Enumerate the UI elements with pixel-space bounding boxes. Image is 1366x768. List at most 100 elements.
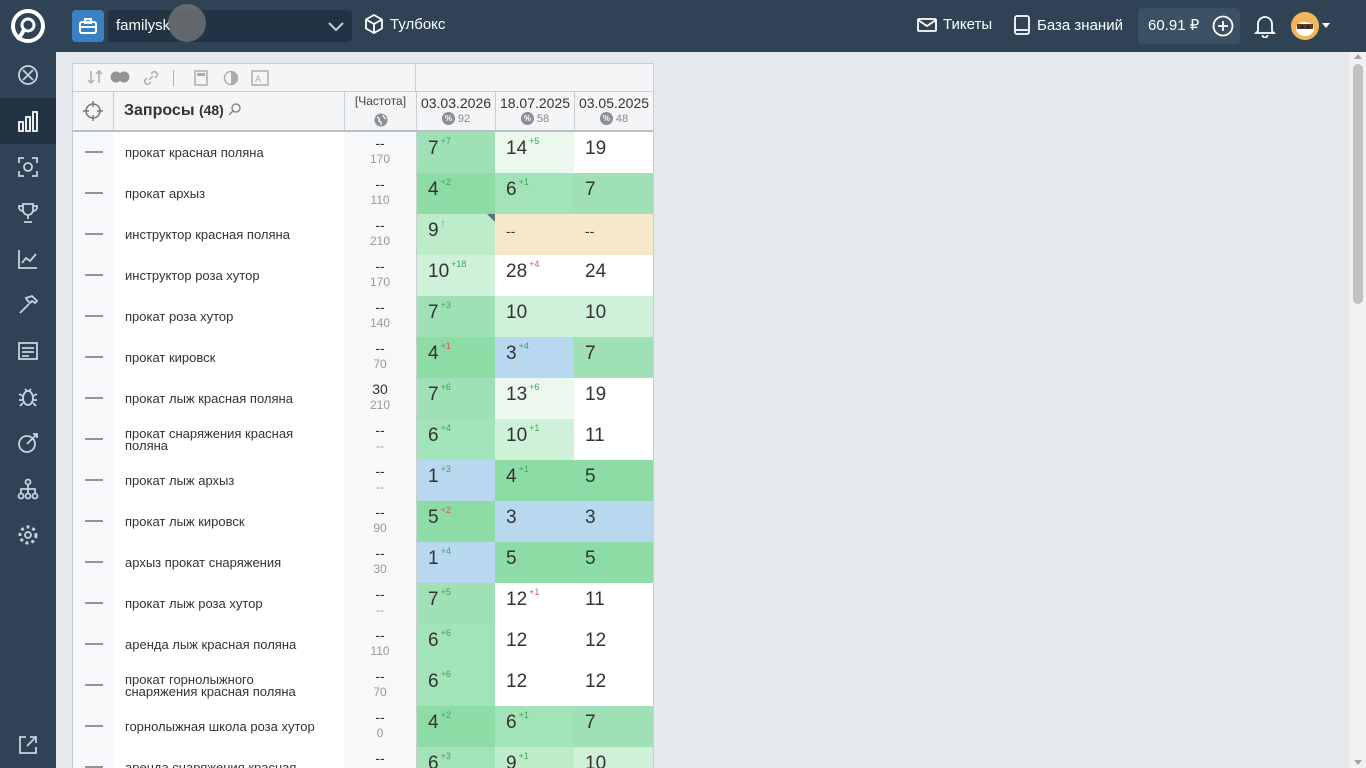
sort-icon[interactable] xyxy=(87,70,103,84)
sidebar-item-tools[interactable] xyxy=(0,282,56,328)
position-cell[interactable]: 11 xyxy=(574,583,654,624)
position-cell[interactable]: 28 +4 xyxy=(495,255,575,296)
row-toggle[interactable] xyxy=(72,665,114,706)
row-toggle[interactable] xyxy=(72,173,114,214)
query-cell[interactable]: прокат снаряжения красная поляна xyxy=(113,419,345,460)
position-cell[interactable]: 3 xyxy=(574,501,654,542)
table-row[interactable]: прокат красная поляна -- 170 7 +7 14 +5 19 xyxy=(72,132,654,173)
position-cell[interactable]: 7 xyxy=(574,173,654,214)
target-header[interactable] xyxy=(72,91,114,132)
position-cell[interactable]: 12 xyxy=(574,624,654,665)
position-cell[interactable]: 7 +7 xyxy=(416,132,496,173)
table-row[interactable]: прокат лыж роза хутор -- -- 7 +5 12 +1 11 xyxy=(72,583,654,624)
position-cell[interactable]: 10 xyxy=(495,296,575,337)
position-cell[interactable]: 5 xyxy=(495,542,575,583)
scroll-up-arrow[interactable] xyxy=(1354,54,1362,59)
position-cell[interactable]: 6 +1 xyxy=(495,173,575,214)
briefcase-icon[interactable] xyxy=(72,10,104,42)
query-cell[interactable]: прокат лыж архыз xyxy=(113,460,345,501)
calculator-icon[interactable] xyxy=(193,70,209,86)
position-cell[interactable]: 24 xyxy=(574,255,654,296)
row-toggle[interactable] xyxy=(72,378,114,419)
add-funds-icon[interactable] xyxy=(1212,15,1234,37)
link-icon[interactable] xyxy=(143,70,159,86)
position-cell[interactable]: 10 xyxy=(574,747,654,768)
sidebar-item-analytics[interactable] xyxy=(0,236,56,282)
position-cell[interactable]: 10 +1 xyxy=(495,419,575,460)
position-cell[interactable]: 12 +1 xyxy=(495,583,575,624)
row-toggle[interactable] xyxy=(72,419,114,460)
avatar[interactable] xyxy=(1291,12,1319,40)
position-cell[interactable]: 6 +6 xyxy=(416,624,496,665)
row-toggle[interactable] xyxy=(72,747,114,768)
table-row[interactable]: аренда снаряжения красная -- 6 +3 9 +1 10 xyxy=(72,747,654,768)
position-cell[interactable]: 4 +1 xyxy=(495,460,575,501)
position-cell[interactable]: -- xyxy=(495,214,575,255)
query-cell[interactable]: прокат архыз xyxy=(113,173,345,214)
table-row[interactable]: прокат архыз -- 110 4 +2 6 +1 7 xyxy=(72,173,654,214)
bell-icon[interactable] xyxy=(1253,14,1277,43)
position-cell[interactable]: 11 xyxy=(574,419,654,460)
query-cell[interactable]: инструктор роза хутор xyxy=(113,255,345,296)
row-toggle[interactable] xyxy=(72,706,114,747)
sidebar-item-structure[interactable] xyxy=(0,466,56,512)
table-row[interactable]: прокат снаряжения красная поляна -- -- 6 +4 1… xyxy=(72,419,654,460)
text-size-icon[interactable]: A xyxy=(251,70,269,86)
search-icon[interactable] xyxy=(228,102,242,116)
table-row[interactable]: прокат лыж красная поляна 30 210 7 +6 13 +6 19 xyxy=(72,378,654,419)
scrollbar[interactable] xyxy=(1350,52,1366,768)
sidebar-item-external[interactable] xyxy=(0,722,56,768)
row-toggle[interactable] xyxy=(72,501,114,542)
position-cell[interactable]: 1 +3 xyxy=(416,460,496,501)
table-row[interactable]: архыз прокат снаряжения -- 30 1 +4 5 5 xyxy=(72,542,654,583)
position-cell[interactable]: 3 xyxy=(495,501,575,542)
row-toggle[interactable] xyxy=(72,624,114,665)
table-row[interactable]: прокат роза хутор -- 140 7 +3 10 10 xyxy=(72,296,654,337)
sidebar-item-serp[interactable] xyxy=(0,328,56,374)
date-header[interactable]: 18.07.2025% 58 xyxy=(495,91,575,132)
position-cell[interactable]: 4 +1 xyxy=(416,337,496,378)
sidebar-item-target[interactable] xyxy=(0,420,56,466)
row-toggle[interactable] xyxy=(72,583,114,624)
query-cell[interactable]: прокат лыж красная поляна xyxy=(113,378,345,419)
frequency-header[interactable]: [Частота] xyxy=(344,91,417,132)
position-cell[interactable]: 12 xyxy=(574,665,654,706)
table-row[interactable]: аренда лыж красная поляна -- 110 6 +6 12 12 xyxy=(72,624,654,665)
scroll-down-arrow[interactable] xyxy=(1354,760,1362,765)
position-cell[interactable]: 19 xyxy=(574,132,654,173)
position-cell[interactable]: 9 ↑ xyxy=(416,214,496,255)
row-toggle[interactable] xyxy=(72,296,114,337)
position-cell[interactable]: 7 +3 xyxy=(416,296,496,337)
logo-icon[interactable] xyxy=(10,8,46,44)
position-cell[interactable]: 19 xyxy=(574,378,654,419)
queries-header[interactable]: Запросы (48) xyxy=(113,91,345,132)
query-cell[interactable]: горнолыжная школа роза хутор xyxy=(113,706,345,747)
table-row[interactable]: прокат горнолыжного снаряжения красная п… xyxy=(72,665,654,706)
position-cell[interactable]: 4 +2 xyxy=(416,173,496,214)
sidebar-item-dashboard[interactable] xyxy=(0,52,56,98)
date-header[interactable]: 03.03.2026% 92 xyxy=(416,91,496,132)
table-row[interactable]: прокат кировск -- 70 4 +1 3 +4 7 xyxy=(72,337,654,378)
position-cell[interactable]: 7 xyxy=(574,337,654,378)
position-cell[interactable]: 7 +5 xyxy=(416,583,496,624)
table-row[interactable]: прокат лыж архыз -- -- 1 +3 4 +1 5 xyxy=(72,460,654,501)
position-cell[interactable]: 9 +1 xyxy=(495,747,575,768)
table-row[interactable]: инструктор роза хутор -- 170 10 +18 28 +4 24 xyxy=(72,255,654,296)
position-cell[interactable]: 12 xyxy=(495,665,575,706)
query-cell[interactable]: аренда лыж красная поляна xyxy=(113,624,345,665)
position-cell[interactable]: 5 xyxy=(574,542,654,583)
sidebar-item-achievements[interactable] xyxy=(0,190,56,236)
query-cell[interactable]: прокат красная поляна xyxy=(113,132,345,173)
row-toggle[interactable] xyxy=(72,542,114,583)
position-cell[interactable]: -- xyxy=(574,214,654,255)
query-cell[interactable]: архыз прокат снаряжения xyxy=(113,542,345,583)
position-cell[interactable]: 10 xyxy=(574,296,654,337)
position-cell[interactable]: 7 xyxy=(574,706,654,747)
table-row[interactable]: горнолыжная школа роза хутор -- 0 4 +2 6 +1 7 xyxy=(72,706,654,747)
row-toggle[interactable] xyxy=(72,255,114,296)
position-cell[interactable]: 13 +6 xyxy=(495,378,575,419)
query-cell[interactable]: инструктор красная поляна xyxy=(113,214,345,255)
position-cell[interactable]: 14 +5 xyxy=(495,132,575,173)
query-cell[interactable]: прокат кировск xyxy=(113,337,345,378)
position-cell[interactable]: 6 +3 xyxy=(416,747,496,768)
